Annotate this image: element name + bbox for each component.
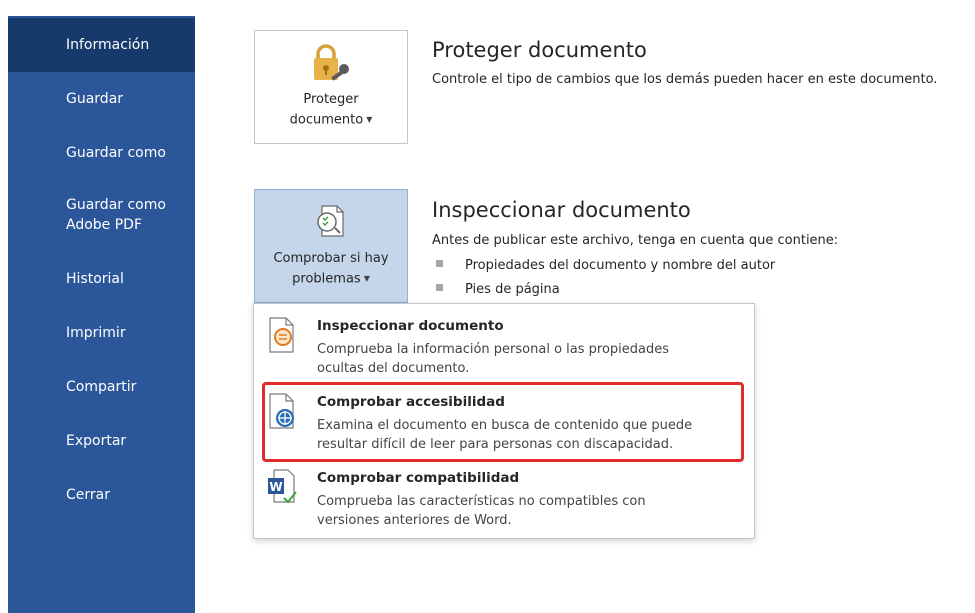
protect-description: Controle el tipo de cambios que los demá…	[432, 72, 938, 87]
sidebar-item-label: Exportar	[66, 433, 127, 449]
bullet-item: Propiedades del documento y nombre del a…	[436, 258, 775, 273]
sidebar-item-label: Cerrar	[66, 487, 110, 503]
chevron-down-icon: ▼	[366, 115, 373, 124]
menu-item-description: Examina el documento en busca de conteni…	[317, 418, 693, 452]
menu-item-check-accessibility[interactable]: Comprobar accesibilidad Examina el docum…	[254, 386, 754, 458]
bullet-item: Pies de página	[436, 282, 560, 297]
sidebar-item-label: Compartir	[66, 379, 137, 395]
menu-item-check-compatibility[interactable]: W Comprobar compatibilidad Comprueba las…	[254, 462, 754, 534]
backstage-sidebar: Información Guardar Guardar como Guardar…	[8, 16, 195, 613]
sidebar-item-label: Información	[66, 37, 150, 53]
menu-item-inspect-document[interactable]: Inspeccionar documento Comprueba la info…	[254, 310, 754, 382]
menu-item-description: Comprueba las características no compati…	[317, 494, 646, 528]
menu-item-title: Inspeccionar documento	[317, 318, 504, 334]
protect-tile-label-1: Proteger	[303, 92, 359, 107]
sidebar-item-exportar[interactable]: Exportar	[8, 414, 195, 468]
sidebar-item-imprimir[interactable]: Imprimir	[8, 306, 195, 360]
bullet-text: Pies de página	[465, 282, 560, 297]
lock-key-icon	[309, 43, 353, 87]
sidebar-item-guardar-como[interactable]: Guardar como	[8, 126, 195, 180]
checklist-icon	[315, 204, 347, 242]
check-tile-label-2: problemas	[292, 271, 361, 287]
chevron-down-icon: ▼	[363, 274, 370, 283]
menu-item-description: Comprueba la información personal o las …	[317, 342, 670, 376]
sidebar-item-historial[interactable]: Historial	[8, 252, 195, 306]
accessibility-icon	[266, 392, 300, 430]
inspect-heading: Inspeccionar documento	[432, 198, 691, 222]
protect-heading: Proteger documento	[432, 38, 647, 62]
menu-item-title: Comprobar compatibilidad	[317, 470, 520, 486]
sidebar-item-guardar[interactable]: Guardar	[8, 72, 195, 126]
bullet-text: Propiedades del documento y nombre del a…	[465, 258, 776, 273]
menu-item-title: Comprobar accesibilidad	[317, 394, 505, 410]
sidebar-item-label: Historial	[66, 271, 124, 287]
sidebar-item-informacion[interactable]: Información	[8, 18, 195, 72]
sidebar-item-guardar-como-pdf[interactable]: Guardar como Adobe PDF	[8, 182, 195, 248]
check-tile-label-2-wrap: problemas ▼	[255, 270, 407, 289]
sidebar-item-label: Guardar	[66, 91, 124, 107]
bullet-square-icon	[436, 260, 443, 267]
word-compatibility-icon: W	[266, 468, 300, 506]
sidebar-item-label: Guardar como Adobe PDF	[66, 197, 166, 233]
sidebar-item-compartir[interactable]: Compartir	[8, 360, 195, 414]
protect-tile-label-2: documento	[289, 112, 364, 128]
sidebar-item-label: Guardar como	[66, 145, 166, 161]
check-tile-label-1: Comprobar si hay	[273, 251, 389, 266]
inspect-document-icon	[266, 316, 300, 354]
check-issues-menu: Inspeccionar documento Comprueba la info…	[253, 303, 755, 539]
sidebar-item-cerrar[interactable]: Cerrar	[8, 468, 195, 522]
check-issues-button[interactable]: Comprobar si hay problemas ▼	[254, 189, 408, 303]
protect-tile-label-2-wrap: documento ▼	[255, 111, 407, 130]
sidebar-item-label: Imprimir	[66, 325, 126, 341]
svg-text:W: W	[269, 480, 282, 494]
inspect-description: Antes de publicar este archivo, tenga en…	[432, 233, 839, 248]
bullet-square-icon	[436, 284, 443, 291]
protect-document-button[interactable]: Proteger documento ▼	[254, 30, 408, 144]
